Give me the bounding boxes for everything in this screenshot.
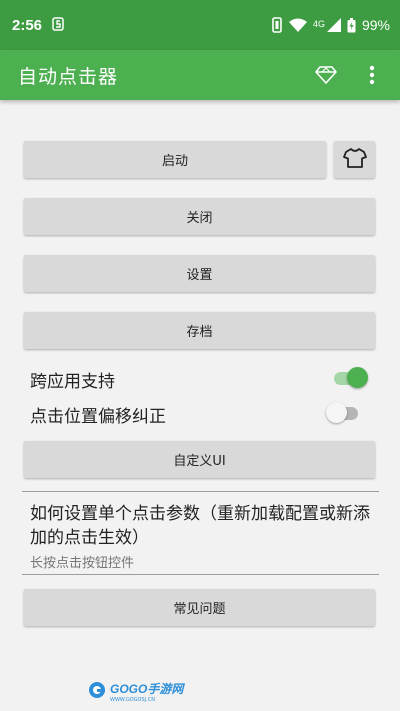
vibrate-icon — [271, 17, 283, 33]
click-params-title: 如何设置单个点击参数（重新加载配置或新添加的点击生效） — [30, 504, 370, 548]
switch-thumb — [347, 367, 368, 388]
network-type: 4G — [312, 19, 325, 29]
tshirt-icon — [342, 147, 367, 173]
diamond-icon[interactable] — [312, 61, 340, 89]
app-bar: 自动点击器 — [0, 50, 400, 100]
click-params-help[interactable]: 如何设置单个点击参数（重新加载配置或新添加的点击生效） 长按点击按钮控件 — [30, 502, 375, 571]
gogo-logo-icon — [88, 681, 106, 703]
custom-ui-button[interactable]: 自定义UI — [24, 441, 375, 478]
notification-s-icon — [52, 16, 64, 34]
app-title: 自动点击器 — [18, 65, 119, 88]
battery-percent: 99% — [361, 17, 390, 33]
signal-icon — [326, 18, 341, 32]
battery-icon — [347, 17, 356, 33]
status-icons: 4G 99% — [271, 17, 390, 33]
divider — [22, 574, 379, 575]
status-time: 2:56 — [12, 16, 43, 34]
cross-app-label: 跨应用支持 — [30, 372, 115, 392]
more-vert-icon[interactable] — [358, 61, 386, 89]
divider — [22, 491, 379, 492]
close-button[interactable]: 关闭 — [24, 198, 375, 235]
status-bar: 2:56 4G 99% — [0, 0, 400, 50]
settings-button[interactable]: 设置 — [24, 255, 375, 292]
watermark: GOGO手游网 WWW.GOGOSJ.CN — [88, 680, 183, 703]
theme-button[interactable] — [334, 141, 375, 178]
watermark-site: WWW.GOGOSJ.CN — [110, 697, 155, 703]
switch-thumb — [326, 402, 347, 423]
faq-button[interactable]: 常见问题 — [24, 589, 375, 626]
wifi-icon — [288, 18, 307, 32]
offset-fix-switch[interactable] — [326, 402, 362, 424]
archive-button[interactable]: 存档 — [24, 312, 375, 349]
cross-app-switch[interactable] — [332, 367, 368, 389]
start-button[interactable]: 启动 — [24, 141, 326, 178]
offset-fix-label: 点击位置偏移纠正 — [30, 407, 166, 427]
click-params-subtitle: 长按点击按钮控件 — [30, 556, 135, 571]
watermark-brand: GOGO手游网 — [110, 682, 184, 696]
